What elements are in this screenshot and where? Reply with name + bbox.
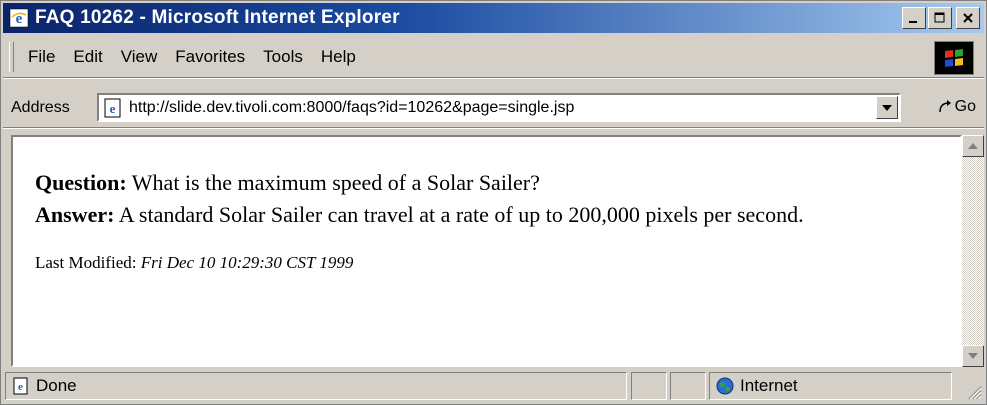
- menu-view[interactable]: View: [121, 47, 158, 67]
- menu-file[interactable]: File: [28, 47, 55, 67]
- address-url: http://slide.dev.tivoli.com:8000/faqs?id…: [129, 98, 575, 116]
- go-button[interactable]: Go: [937, 98, 976, 116]
- chevron-down-icon: [882, 104, 892, 111]
- page-content[interactable]: Question: What is the maximum speed of a…: [11, 135, 962, 367]
- address-input[interactable]: e http://slide.dev.tivoli.com:8000/faqs?…: [97, 93, 901, 122]
- answer-label: Answer:: [35, 202, 115, 227]
- go-arrow-icon: [938, 100, 951, 113]
- status-text: Done: [36, 376, 77, 395]
- answer-text: A standard Solar Sailer can travel at a …: [114, 202, 804, 227]
- zone-text: Internet: [740, 376, 798, 395]
- toolbar-grip[interactable]: [9, 42, 14, 72]
- windows-flag-icon: [934, 41, 974, 75]
- menu-favorites[interactable]: Favorites: [175, 47, 245, 67]
- svg-text:e: e: [110, 101, 116, 116]
- modified-label: Last Modified:: [35, 253, 141, 272]
- maximize-button[interactable]: [928, 7, 952, 29]
- status-pane-empty-1: [631, 372, 667, 400]
- svg-text:e: e: [18, 381, 23, 393]
- page-done-icon: e: [12, 377, 30, 395]
- menu-bar: File Edit View Favorites Tools Help: [3, 37, 984, 78]
- security-zone[interactable]: Internet: [709, 372, 952, 400]
- browser-window: e FAQ 10262 - Microsoft Internet Explore…: [0, 0, 987, 405]
- question-label: Question:: [35, 170, 127, 195]
- address-label: Address: [11, 99, 70, 116]
- scroll-down-button[interactable]: [962, 345, 984, 367]
- status-pane-empty-2: [670, 372, 706, 400]
- arrow-down-icon: [968, 353, 978, 359]
- vertical-scrollbar[interactable]: [962, 135, 984, 367]
- status-pane: e Done: [5, 372, 627, 400]
- arrow-up-icon: [968, 143, 978, 149]
- menu-tools[interactable]: Tools: [263, 47, 303, 67]
- minimize-button[interactable]: [902, 7, 926, 29]
- question-line: Question: What is the maximum speed of a…: [35, 167, 960, 199]
- ie-logo-icon[interactable]: e: [9, 8, 29, 28]
- menu-help[interactable]: Help: [321, 47, 356, 67]
- question-text: What is the maximum speed of a Solar Sai…: [126, 170, 540, 195]
- title-bar[interactable]: e FAQ 10262 - Microsoft Internet Explore…: [3, 3, 984, 33]
- address-dropdown-button[interactable]: [876, 96, 898, 119]
- scroll-up-button[interactable]: [962, 135, 984, 157]
- modified-value: Fri Dec 10 10:29:30 CST 1999: [140, 253, 354, 272]
- address-bar: Address e http://slide.dev.tivoli.com:80…: [3, 89, 984, 128]
- answer-line: Answer: A standard Solar Sailer can trav…: [35, 199, 960, 231]
- go-label: Go: [954, 98, 976, 115]
- status-bar: e Done Internet: [3, 370, 984, 402]
- close-button[interactable]: [956, 7, 980, 29]
- window-title: FAQ 10262 - Microsoft Internet Explorer: [35, 7, 400, 28]
- resize-grip[interactable]: [964, 382, 982, 400]
- menu-edit[interactable]: Edit: [73, 47, 102, 67]
- globe-icon: [716, 377, 734, 395]
- window-controls: [902, 7, 980, 29]
- last-modified: Last Modified: Fri Dec 10 10:29:30 CST 1…: [35, 253, 960, 273]
- page-icon: e: [103, 98, 123, 118]
